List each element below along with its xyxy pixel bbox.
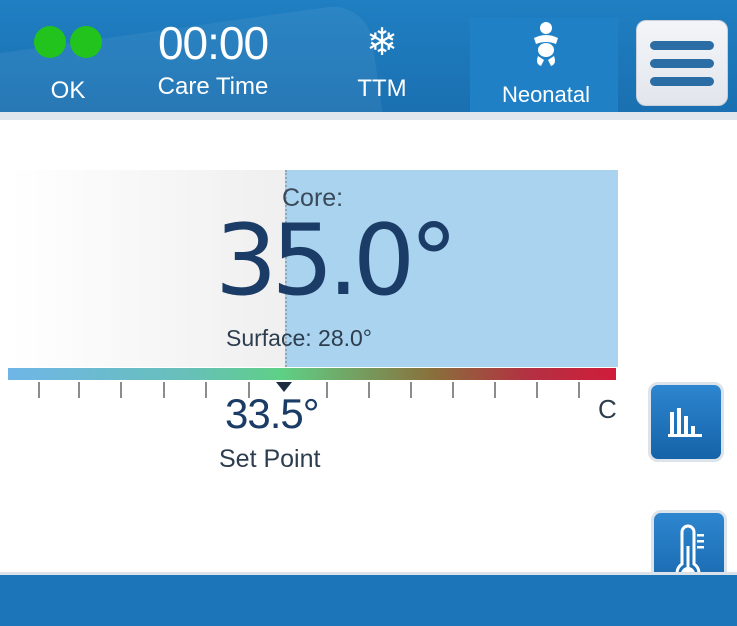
temperature-unit: C xyxy=(598,394,617,424)
ttm-status[interactable]: ❄ TTM xyxy=(342,20,422,102)
status-dot xyxy=(34,26,66,58)
ttm-label: TTM xyxy=(357,75,407,102)
scale-tick xyxy=(536,382,538,398)
hamburger-menu-icon xyxy=(650,58,714,68)
bar-chart-icon xyxy=(668,408,702,437)
status-label: OK xyxy=(50,77,86,104)
care-time-label: Care Time xyxy=(157,73,269,100)
care-time[interactable]: 00:00 Care Time xyxy=(138,18,288,100)
header-bar: OK 00:00 Care Time ❄ TTM Neonatal xyxy=(0,0,737,120)
status-dot xyxy=(70,26,102,58)
status-dots-icon xyxy=(28,22,108,62)
scale-tick xyxy=(410,382,412,398)
patient-mode[interactable]: Neonatal xyxy=(486,20,606,108)
status-indicator[interactable]: OK xyxy=(28,22,108,104)
temperature-scale-bar xyxy=(8,368,616,380)
scale-tick xyxy=(163,382,165,398)
scale-tick xyxy=(494,382,496,398)
patient-mode-label: Neonatal xyxy=(501,82,591,107)
baby-icon xyxy=(486,20,606,70)
set-point-value[interactable]: 33.5° xyxy=(225,390,365,438)
snowflake-icon: ❄ xyxy=(366,22,398,64)
scale-tick xyxy=(205,382,207,398)
scale-tick xyxy=(578,382,580,398)
main-display: Core: 35.0° Surface: 28.0° 33.5° Set Poi… xyxy=(0,120,737,604)
scale-tick xyxy=(78,382,80,398)
hamburger-menu-icon xyxy=(650,76,714,86)
core-temperature-value: 35.0° xyxy=(215,204,458,318)
set-point-label: Set Point xyxy=(219,445,321,473)
scale-tick xyxy=(452,382,454,398)
menu-button[interactable] xyxy=(636,20,728,106)
hamburger-menu-icon xyxy=(650,40,714,50)
scale-tick xyxy=(368,382,370,398)
footer-bar xyxy=(0,572,737,626)
chart-button[interactable] xyxy=(648,382,724,462)
scale-tick xyxy=(120,382,122,398)
scale-tick xyxy=(38,382,40,398)
surface-temperature: Surface: 28.0° xyxy=(226,325,373,351)
care-time-value: 00:00 xyxy=(157,17,269,69)
